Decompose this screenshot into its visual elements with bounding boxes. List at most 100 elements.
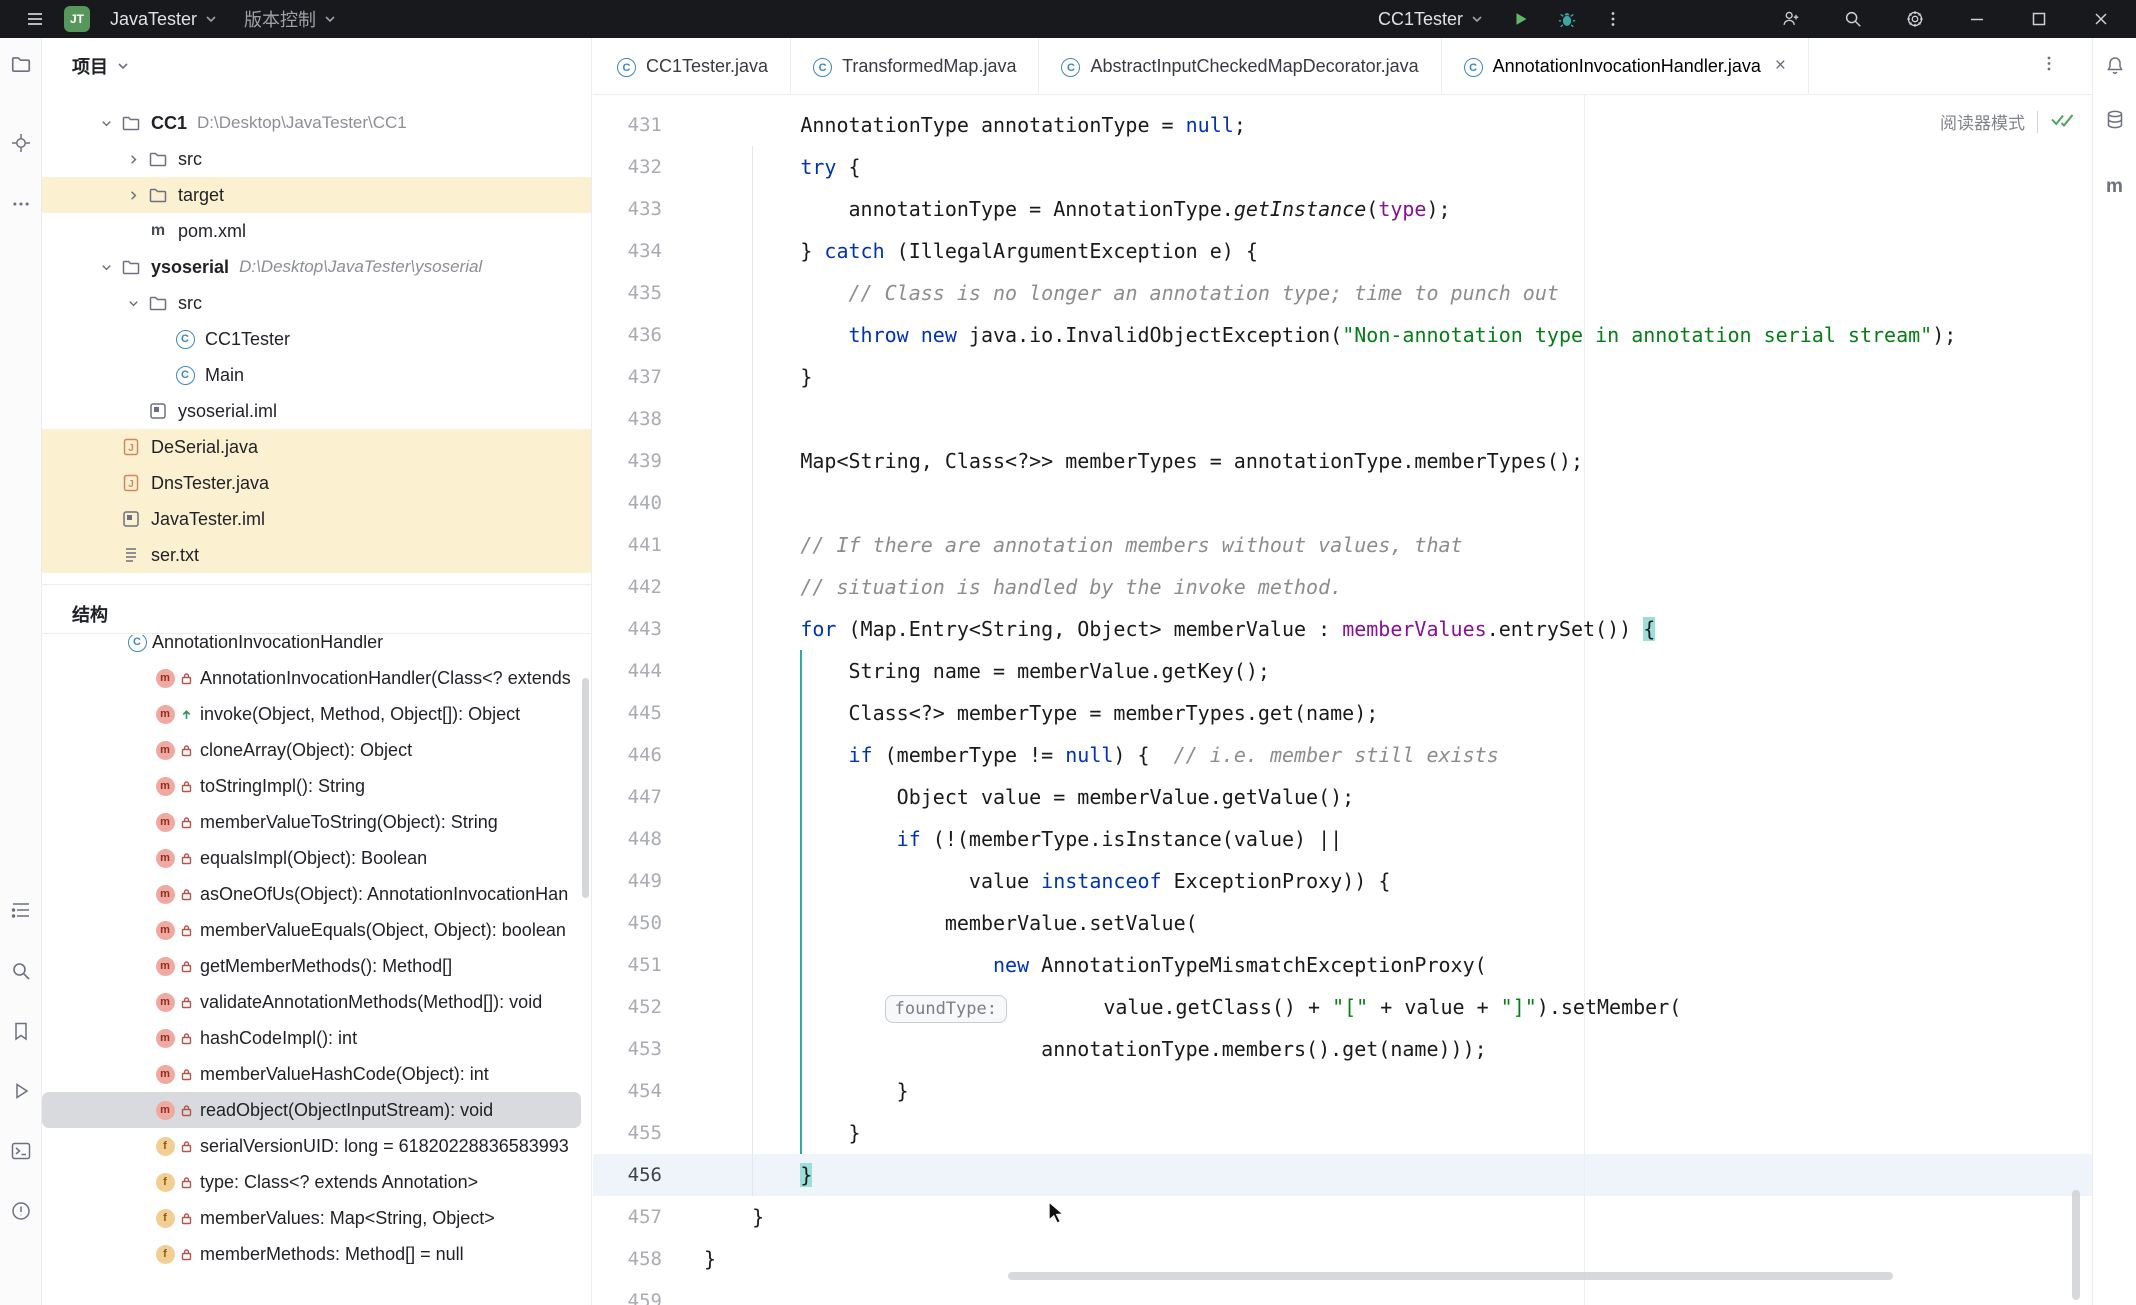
structure-item-AnnotationInvocationHandler[interactable]: CAnnotationInvocationHandler	[42, 635, 581, 660]
horizontal-scrollbar[interactable]	[1008, 1272, 1893, 1280]
inspections-ok-icon[interactable]	[2050, 109, 2076, 134]
tab-AnnotationInvocationHandler.java[interactable]: CAnnotationInvocationHandler.java×	[1442, 38, 1809, 94]
notifications-icon[interactable]	[2100, 51, 2130, 81]
structure-item-memberValueToString[interactable]: mmemberValueToString(Object): String	[42, 804, 581, 840]
tree-item-src[interactable]: src	[42, 285, 591, 321]
tab-CC1Tester.java[interactable]: CCC1Tester.java	[595, 38, 791, 94]
tree-item-ysoserial[interactable]: ysoserialD:\Desktop\JavaTester\ysoserial	[42, 249, 591, 285]
code-line-454[interactable]: }	[704, 1070, 2092, 1112]
tree-item-Main[interactable]: CMain	[42, 357, 591, 393]
problems-icon[interactable]	[6, 1196, 36, 1226]
line-number-435[interactable]: 435	[593, 272, 662, 314]
code-line-455[interactable]: }	[704, 1112, 2092, 1154]
tree-item-CC1[interactable]: CC1D:\Desktop\JavaTester\CC1	[42, 105, 591, 141]
tab-options-icon[interactable]	[2040, 55, 2058, 78]
code-line-436[interactable]: throw new java.io.InvalidObjectException…	[704, 314, 2092, 356]
structure-item-validateAnnotationMethods[interactable]: mvalidateAnnotationMethods(Method[]): vo…	[42, 984, 581, 1020]
line-number-456[interactable]: 456	[593, 1154, 662, 1196]
line-number-448[interactable]: 448	[593, 818, 662, 860]
line-number-440[interactable]: 440	[593, 482, 662, 524]
structure-panel-header[interactable]: 结构	[42, 594, 591, 634]
line-number-459[interactable]: 459	[593, 1280, 662, 1305]
project-selector[interactable]: JavaTester	[104, 4, 224, 34]
structure-item-cloneArray[interactable]: mcloneArray(Object): Object	[42, 732, 581, 768]
line-number-452[interactable]: 452	[593, 986, 662, 1028]
code-line-443[interactable]: for (Map.Entry<String, Object> memberVal…	[704, 608, 2092, 650]
line-number-442[interactable]: 442	[593, 566, 662, 608]
editor-inspection-widget[interactable]: 阅读器模式	[1940, 109, 2076, 134]
tree-item-ser.txt[interactable]: ser.txt	[42, 537, 591, 573]
line-number-455[interactable]: 455	[593, 1112, 662, 1154]
code-line-433[interactable]: annotationType = AnnotationType.getInsta…	[704, 188, 2092, 230]
line-number-446[interactable]: 446	[593, 734, 662, 776]
structure-item-memberValueEquals[interactable]: mmemberValueEquals(Object, Object): bool…	[42, 912, 581, 948]
editor-gutter[interactable]: 4314324334344354364374384394404414424434…	[593, 95, 662, 1305]
more-icon[interactable]	[6, 189, 36, 219]
vcs-widget[interactable]: 版本控制	[238, 4, 343, 34]
search-icon[interactable]	[6, 956, 36, 986]
commit-icon[interactable]	[6, 128, 36, 158]
structure-item-memberValues[interactable]: fmemberValues: Map<String, Object>	[42, 1200, 581, 1236]
code-line-456[interactable]: }	[704, 1154, 2092, 1196]
project-icon[interactable]	[6, 49, 36, 79]
line-number-453[interactable]: 453	[593, 1028, 662, 1070]
tree-item-src[interactable]: src	[42, 141, 591, 177]
chevron-expanded-icon[interactable]	[121, 296, 145, 311]
line-number-436[interactable]: 436	[593, 314, 662, 356]
structure-scrollbar[interactable]	[582, 678, 589, 898]
structure-item-serialVersionUID[interactable]: fserialVersionUID: long = 61820228836583…	[42, 1128, 581, 1164]
code-line-450[interactable]: memberValue.setValue(	[704, 902, 2092, 944]
structure-item-getMemberMethods[interactable]: mgetMemberMethods(): Method[]	[42, 948, 581, 984]
tab-TransformedMap.java[interactable]: CTransformedMap.java	[791, 38, 1039, 94]
line-number-450[interactable]: 450	[593, 902, 662, 944]
code-line-446[interactable]: if (memberType != null) { // i.e. member…	[704, 734, 2092, 776]
line-number-451[interactable]: 451	[593, 944, 662, 986]
tree-item-ysoserial.iml[interactable]: ysoserial.iml	[42, 393, 591, 429]
line-number-441[interactable]: 441	[593, 524, 662, 566]
line-number-449[interactable]: 449	[593, 860, 662, 902]
database-icon[interactable]	[2100, 105, 2130, 135]
line-number-433[interactable]: 433	[593, 188, 662, 230]
line-number-454[interactable]: 454	[593, 1070, 662, 1112]
tree-item-DeSerial.java[interactable]: JDeSerial.java	[42, 429, 591, 465]
debug-button[interactable]	[1552, 4, 1582, 34]
code-line-459[interactable]	[704, 1280, 2092, 1305]
search-everywhere-icon[interactable]	[1838, 4, 1868, 34]
structure-item-equalsImpl[interactable]: mequalsImpl(Object): Boolean	[42, 840, 581, 876]
settings-icon[interactable]	[1900, 4, 1930, 34]
maven-icon[interactable]: m	[2100, 172, 2130, 202]
code-line-453[interactable]: annotationType.members().get(name)));	[704, 1028, 2092, 1070]
line-number-431[interactable]: 431	[593, 104, 662, 146]
tree-item-JavaTester.iml[interactable]: JavaTester.iml	[42, 501, 591, 537]
chevron-expanded-icon[interactable]	[94, 116, 118, 131]
chevron-collapsed-icon[interactable]	[121, 188, 145, 203]
line-number-432[interactable]: 432	[593, 146, 662, 188]
chevron-collapsed-icon[interactable]	[121, 152, 145, 167]
more-run-actions-icon[interactable]	[1598, 4, 1628, 34]
line-number-434[interactable]: 434	[593, 230, 662, 272]
code-line-439[interactable]: Map<String, Class<?>> memberTypes = anno…	[704, 440, 2092, 482]
structure-item-AnnotationInvocationHandler[interactable]: mAnnotationInvocationHandler(Class<? ext…	[42, 660, 581, 696]
terminal-icon[interactable]	[6, 1136, 36, 1166]
structure-item-memberMethods[interactable]: fmemberMethods: Method[] = null	[42, 1236, 581, 1272]
run-icon[interactable]	[6, 1076, 36, 1106]
chevron-expanded-icon[interactable]	[94, 260, 118, 275]
structure-item-invoke[interactable]: minvoke(Object, Method, Object[]): Objec…	[42, 696, 581, 732]
code-line-448[interactable]: if (!(memberType.isInstance(value) ||	[704, 818, 2092, 860]
close-tab-icon[interactable]: ×	[1775, 55, 1786, 77]
code-line-438[interactable]	[704, 398, 2092, 440]
main-menu-icon[interactable]	[20, 4, 50, 34]
code-line-445[interactable]: Class<?> memberType = memberTypes.get(na…	[704, 692, 2092, 734]
line-number-447[interactable]: 447	[593, 776, 662, 818]
structure-item-memberValueHashCode[interactable]: mmemberValueHashCode(Object): int	[42, 1056, 581, 1092]
code-line-434[interactable]: } catch (IllegalArgumentException e) {	[704, 230, 2092, 272]
minimize-button[interactable]	[1962, 4, 1992, 34]
code-line-441[interactable]: // If there are annotation members witho…	[704, 524, 2092, 566]
structure-item-asOneOfUs[interactable]: masOneOfUs(Object): AnnotationInvocation…	[42, 876, 581, 912]
maximize-button[interactable]	[2024, 4, 2054, 34]
line-number-439[interactable]: 439	[593, 440, 662, 482]
bookmarks-icon[interactable]	[6, 1016, 36, 1046]
line-number-438[interactable]: 438	[593, 398, 662, 440]
code-line-449[interactable]: value instanceof ExceptionProxy)) {	[704, 860, 2092, 902]
code-line-432[interactable]: try {	[704, 146, 2092, 188]
